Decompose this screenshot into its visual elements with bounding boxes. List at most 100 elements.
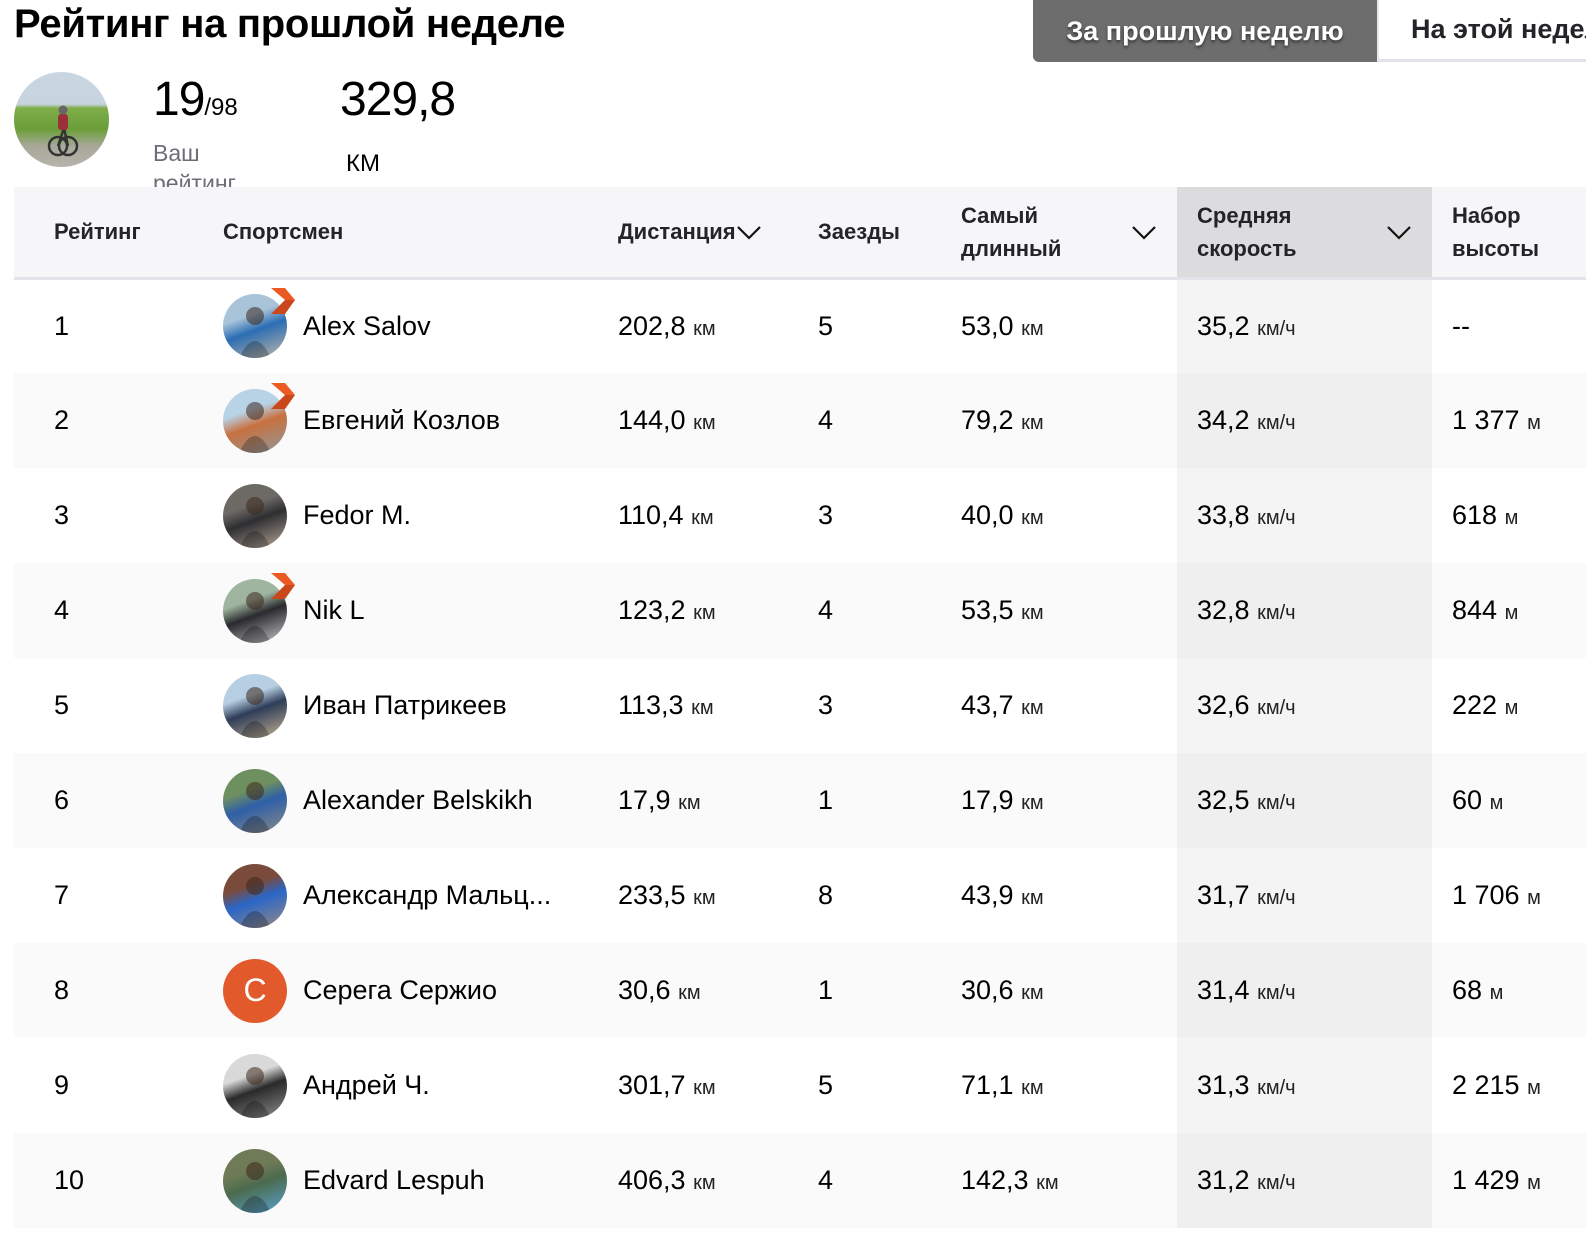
distance-unit: км [678,982,701,1004]
elevation-cell: 1 377 м [1432,373,1586,468]
longest-value: 53,5 [961,595,1014,625]
athlete-name-link[interactable]: Nik L [303,595,365,626]
distance-value: 144,0 [618,405,686,435]
avatar-wrapper [223,768,287,833]
rank-cell: 5 [54,690,70,720]
distance-unit: КМ [346,150,380,177]
athlete-name-link[interactable]: Alexander Belskikh [303,785,533,816]
elevation-unit: м [1489,982,1504,1004]
column-longest[interactable]: Самый длинный [921,187,1177,278]
distance-cell: 113,3 км [579,658,779,753]
rank-cell: 8 [54,975,70,1005]
table-row[interactable]: 7 Александр Мальц... 233,5 км 8 43,9 км … [14,848,1586,943]
athlete-name-link[interactable]: Евгений Козлов [303,405,500,436]
athlete-name-link[interactable]: Alex Salov [303,311,431,342]
elevation-value: 1 429 [1452,1165,1520,1195]
table-row[interactable]: 8 С Серега Сержио 30,6 км 1 30,6 км 31,4… [14,943,1586,1038]
distance-value: 406,3 [618,1165,686,1195]
avatar[interactable] [223,863,287,928]
table-row[interactable]: 6 Alexander Belskikh 17,9 км 1 17,9 км 3… [14,753,1586,848]
avg-speed-cell: 32,8 км/ч [1177,563,1432,658]
athlete-cell: С Серега Сержио [184,943,579,1038]
longest-value: 17,9 [961,785,1014,815]
column-longest-label: Самый длинный [961,202,1062,261]
distance-unit: км [693,317,716,340]
elevation-cell: 844 м [1432,563,1586,658]
avatar[interactable]: С [223,958,287,1023]
athlete-name-link[interactable]: Fedor M. [303,500,411,531]
avg-speed-cell: 32,6 км/ч [1177,658,1432,753]
longest-value: 43,7 [961,690,1014,720]
elevation-value: 2 215 [1452,1070,1520,1100]
avg-speed-cell: 31,7 км/ч [1177,848,1432,943]
rank-cell: 3 [54,500,70,530]
table-row[interactable]: 5 Иван Патрикеев 113,3 км 3 43,7 км 32,6… [14,658,1586,753]
longest-value: 40,0 [961,500,1014,530]
table-header: Рейтинг Спортсмен Дистанция Заезды Самый… [14,187,1586,278]
athlete-name-link[interactable]: Александр Мальц... [303,880,551,911]
elevation-unit: м [1527,1172,1541,1194]
table-row[interactable]: 4 Nik L 123,2 км 4 53,5 км 32,8 км/ч 844… [14,563,1586,658]
avatar[interactable] [223,673,287,738]
column-distance[interactable]: Дистанция [579,187,779,278]
distance-value: 301,7 [618,1070,686,1100]
page-title: Рейтинг на прошлой неделе [14,2,566,46]
longest-unit: км [1021,507,1044,529]
athlete-name-link[interactable]: Edvard Lespuh [303,1165,485,1196]
rides-cell: 5 [818,1070,834,1100]
period-toggle: За прошлую неделю На этой неделе [1033,0,1586,62]
longest-value: 71,1 [961,1070,1014,1100]
longest-cell: 43,7 км [921,658,1177,753]
longest-value: 30,6 [961,975,1014,1005]
column-rides[interactable]: Заезды [779,187,921,278]
athlete-name-link[interactable]: Андрей Ч. [303,1070,430,1101]
tab-this-week[interactable]: На этой неделе [1377,0,1586,62]
athlete-name-link[interactable]: Серега Сержио [303,975,497,1006]
avatar[interactable] [223,1053,287,1118]
elevation-cell: 60 м [1432,753,1586,848]
table-row[interactable]: 1 Alex Salov 202,8 км 5 53,0 км 35,2 км/… [14,278,1586,373]
longest-unit: км [1021,982,1044,1004]
avatar[interactable] [223,768,287,833]
column-elevation-label: Набор высоты [1452,202,1540,261]
longest-value: 142,3 [961,1165,1029,1195]
avg-speed-cell: 33,8 км/ч [1177,468,1432,563]
chevron-down-icon [736,225,761,240]
rank-cell: 1 [54,310,70,341]
table-row[interactable]: 3 Fedor M. 110,4 км 3 40,0 км 33,8 км/ч … [14,468,1586,563]
column-avg-speed[interactable]: Средняя скорость [1177,187,1432,278]
longest-value: 43,9 [961,880,1014,910]
table-row[interactable]: 9 Андрей Ч. 301,7 км 5 71,1 км 31,3 км/ч… [14,1038,1586,1133]
athlete-name-link[interactable]: Иван Патрикеев [303,690,507,721]
elevation-unit: м [1504,697,1519,719]
longest-cell: 43,9 км [921,848,1177,943]
distance-unit: км [693,602,716,624]
longest-cell: 53,0 км [921,278,1177,373]
longest-unit: км [1021,887,1044,909]
column-elevation[interactable]: Набор высоты [1432,187,1586,278]
speed-unit: км/ч [1257,507,1296,529]
elevation-cell: 1 706 м [1432,848,1586,943]
avatar[interactable] [223,483,287,548]
user-avatar[interactable] [14,72,109,167]
tab-last-week[interactable]: За прошлую неделю [1033,0,1377,62]
longest-value: 53,0 [961,310,1014,341]
distance-cell: 406,3 км [579,1133,779,1228]
avg-speed-cell: 35,2 км/ч [1177,278,1432,373]
column-avg-speed-label: Средняя скорость [1197,202,1297,261]
speed-value: 31,7 [1197,880,1250,910]
longest-value: 79,2 [961,405,1014,435]
elevation-cell: 68 м [1432,943,1586,1038]
table-row[interactable]: 2 Евгений Козлов 144,0 км 4 79,2 км 34,2… [14,373,1586,468]
rides-cell: 1 [818,975,834,1005]
avatar[interactable] [223,1148,287,1213]
avatar-wrapper [223,382,295,453]
subscriber-badge-icon [271,572,295,599]
table-row[interactable]: 10 Edvard Lespuh 406,3 км 4 142,3 км 31,… [14,1133,1586,1228]
distance-cell: 30,6 км [579,943,779,1038]
elevation-value: 60 [1452,785,1483,815]
distance-unit: км [693,887,716,909]
rank-cell: 10 [54,1165,85,1195]
athlete-cell: Андрей Ч. [184,1038,579,1133]
avatar-letter: С [243,972,267,1008]
